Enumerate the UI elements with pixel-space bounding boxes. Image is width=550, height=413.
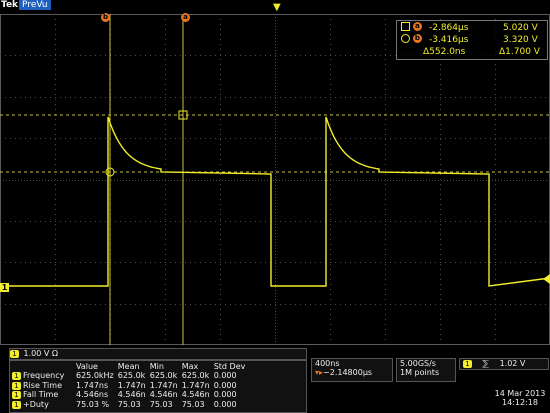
measurement-max: 4.546n [181,390,210,399]
measurement-max: 625.0k [181,371,210,380]
table-row[interactable]: 1 Rise Time 1.747ns 1.747n 1.747n 1.747n … [12,381,249,391]
measurement-min: 4.546n [149,390,178,399]
measurement-max: 75.03 [181,399,205,409]
measurement-channel-label: 1 [14,391,19,399]
header-std-dev: Std Dev [213,362,246,371]
measurement-mean: 4.546n [117,390,146,399]
measurement-min: 1.747n [149,380,178,390]
measurement-mean: 75.03 [117,399,141,409]
measurement-std-dev: 0.000 [213,380,237,390]
measurement-value: 625.0kHz [76,371,114,380]
measurement-channel-badge: 1 [12,381,21,390]
cursor-a-badge-label: a [415,22,420,30]
timebase-position: −2.14800µs [323,368,373,377]
measurement-channel-label: 1 [14,381,19,390]
measurement-label: +Duty [23,399,49,409]
trigger-position-symbol: ▾▸ [315,368,324,377]
table-row[interactable]: 1 Frequency 625.0kHz 625.0k 625.0k 625.0k… [12,371,249,381]
measurements-header: Value Mean Min Max Std Dev [12,362,249,371]
trigger-level: 1.02 V [499,359,526,368]
measurement-min: 75.03 [149,399,173,409]
sample-rate: 5.00GS/s [400,359,436,368]
trigger-source-label: 1 [465,360,470,368]
cursor-a-row: a [401,21,422,33]
measurement-label: Rise Time [23,380,62,390]
bottom-panel: 1 1.00 V Ω Value Mean Min Max Std Dev 1F… [0,345,550,413]
cursor-a-tag[interactable]: a [181,13,190,22]
cursor-b-time: -3.416µs [429,35,469,45]
measurement-channel-badge: 1 [12,391,21,399]
measurement-value: 1.747ns [76,380,109,390]
table-row[interactable]: 1 +Duty 75.03 % 75.03 75.03 75.03 0.000 [12,400,249,410]
measurement-value: 75.03 % [76,399,110,409]
measurement-mean: 1.747n [117,380,146,390]
measurement-channel-label: 1 [14,372,19,380]
measurement-std-dev: 0.000 [213,390,237,399]
cursor-readout-panel: a -2.864µs 5.020 V b -3.416µs 3.320 V Δ5… [396,20,548,60]
brand-name: Tek [1,0,19,10]
channel-1-coupling: Ω [51,349,59,358]
channel-1-scale: 1.00 V [23,349,50,358]
timestamp: 14 Mar 2013 14:12:18 [492,389,548,407]
header-max: Max [181,362,199,371]
acquisition-panel[interactable]: 5.00GS/s 1M points [396,358,456,382]
cursor-b-badge: b [412,34,422,43]
trigger-position-icon: ▼ [273,2,281,13]
header-mean: Mean [117,362,140,371]
date: 14 Mar 2013 [494,389,546,398]
measurement-value: 4.546ns [76,390,109,399]
cursor-b-row: b [401,33,422,45]
table-row[interactable]: 1 Fall Time 4.546ns 4.546n 4.546n 4.546n … [12,390,249,400]
timebase-scale: 400ns [315,359,340,368]
channel-1-ground-label: 1 [1,283,8,292]
cursor-a-badge: a [412,22,422,31]
measurement-mean: 625.0k [117,371,146,380]
header-min: Min [149,362,164,371]
measurement-channel-label: 1 [14,400,19,409]
cursor-b-badge-label: b [414,34,420,42]
measurement-min: 625.0k [149,371,178,380]
measurements-panel: Value Mean Min Max Std Dev 1 Frequency 62… [9,360,307,413]
cursor-b-tag-label: b [102,13,108,21]
measurement-std-dev: 0.000 [213,371,237,380]
cursor-delta-time: Δ552.0ns [423,47,466,57]
cursor-a-tag-label: a [183,13,188,21]
timebase-panel[interactable]: 400ns ▾▸−2.14800µs [311,358,393,382]
measurement-std-dev: 0.000 [213,399,237,409]
record-length: 1M points [400,368,440,377]
cursor-b-tag[interactable]: b [101,13,110,22]
waveform-display[interactable] [0,14,550,345]
measurement-label: Frequency [23,371,65,380]
measurement-channel-badge: 1 [12,372,21,380]
cursor-a-volts: 5.020 V [503,23,538,33]
header-value: Value [76,362,98,371]
channel-1-scale-box[interactable]: 1 1.00 V Ω [9,348,307,360]
channel-1-ground-marker[interactable]: 1 [0,283,9,292]
channel-1-badge-label: 1 [12,350,17,358]
prevu-badge: PreVu [19,0,51,10]
trigger-source-badge: 1 [463,360,472,368]
cursor-b-volts: 3.320 V [503,35,538,45]
measurement-max: 1.747n [181,380,210,390]
rising-edge-icon: ⅀ [482,359,490,368]
cursor-a-time: -2.864µs [429,23,469,33]
trigger-level-marker[interactable] [543,274,550,284]
cursor-delta-volts: Δ1.700 V [499,47,540,57]
circle-cursor-icon [401,34,410,43]
measurement-label: Fall Time [23,390,59,399]
measurement-channel-badge: 1 [12,400,21,409]
square-cursor-icon [401,22,410,31]
channel-1-badge: 1 [10,350,19,358]
time: 14:12:18 [502,398,538,407]
trigger-panel[interactable]: 1 ⅀ 1.02 V [459,358,549,370]
brand-label: Tek PreVu [1,0,51,11]
graticule [0,14,550,345]
